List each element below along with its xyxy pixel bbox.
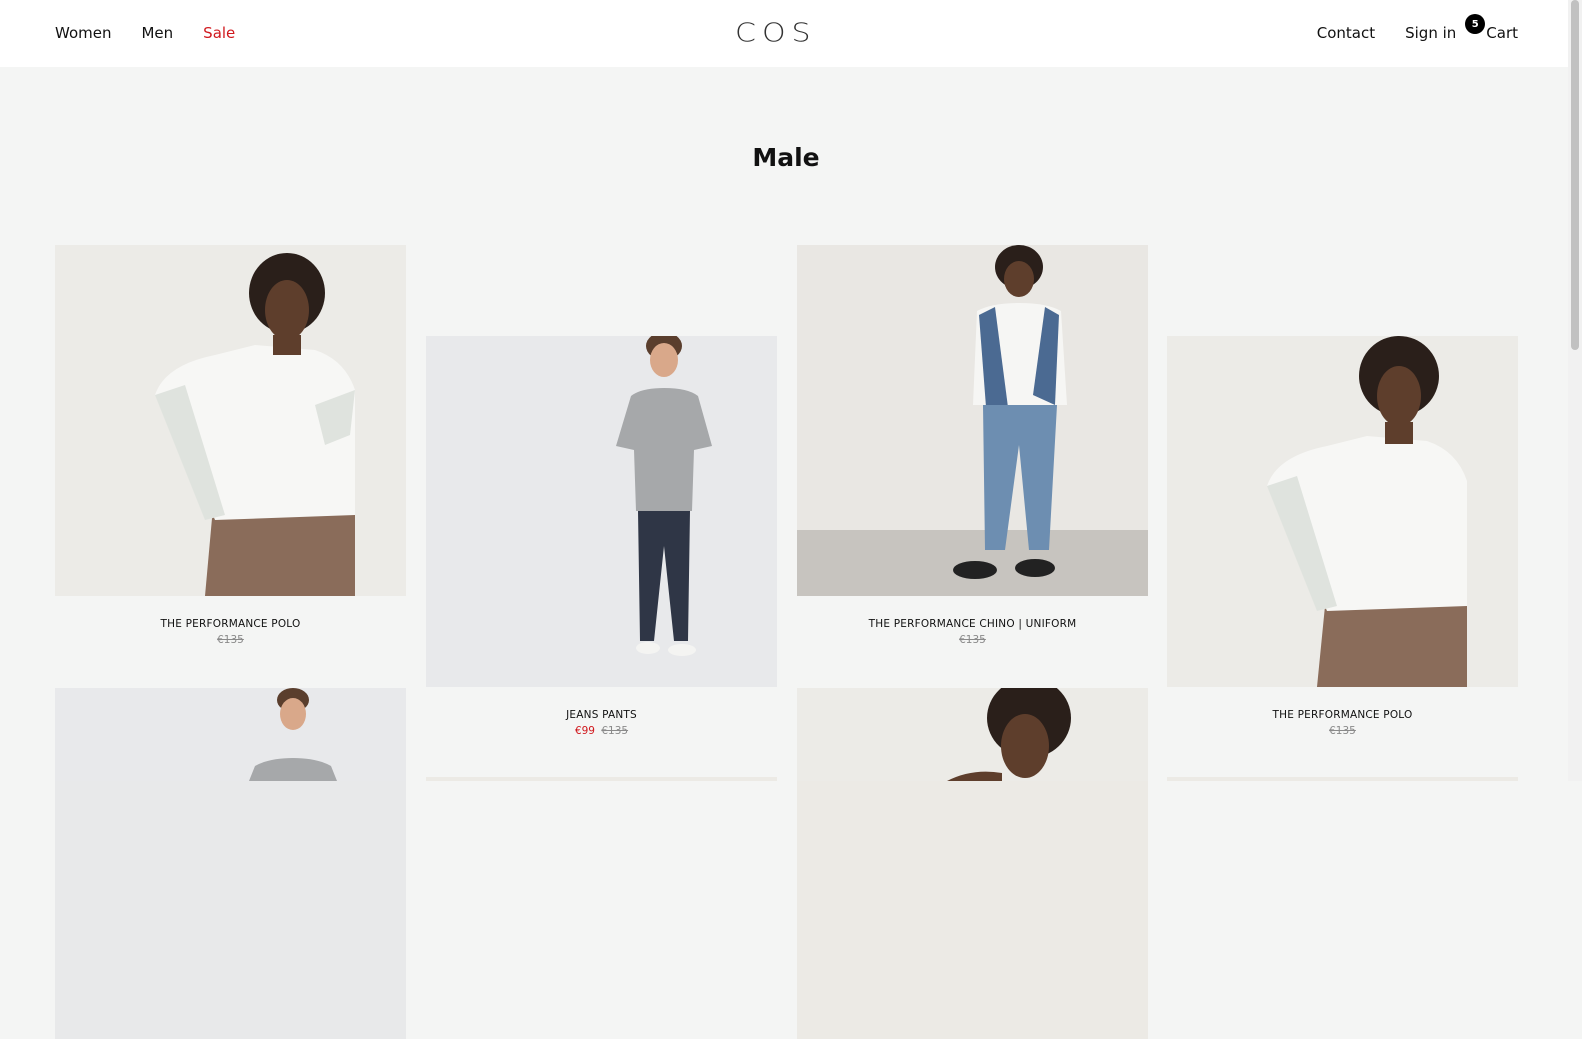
account-nav: Contact Sign in 5 Cart [1287,14,1518,42]
product-info: JEANS PANTS €99 €135 [426,687,777,737]
page-scrollbar[interactable] [1568,0,1582,781]
product-card[interactable] [426,777,777,781]
product-card[interactable]: JEANS PANTS €99 €135 [426,336,777,737]
product-card[interactable] [55,688,406,1039]
product-card[interactable] [1167,777,1518,781]
model-photo-icon [55,245,406,596]
original-price: €135 [601,725,629,737]
cart-link[interactable]: 5 Cart [1465,14,1518,42]
sale-price: €99 [574,725,595,737]
product-name[interactable]: JEANS PANTS [426,709,777,721]
model-photo-icon [797,245,1148,596]
page-title: Male [752,143,820,172]
brand-logo[interactable]: COS [735,19,817,49]
site-header: Women Men Sale COS Contact Sign in 5 Car… [0,0,1582,67]
product-info: THE PERFORMANCE CHINO | UNIFORM €135 [797,596,1148,646]
cart-count-badge: 5 [1465,14,1486,34]
product-info: THE PERFORMANCE POLO €135 [1167,687,1518,737]
model-photo-icon [55,688,406,781]
product-prices: €135 [1167,725,1518,737]
scrollbar-thumb[interactable] [1571,0,1579,350]
model-photo-icon [426,336,777,687]
original-price: €135 [959,634,986,646]
product-prices: €135 [55,634,406,646]
main-nav: Women Men Sale [55,24,265,42]
nav-sale-link[interactable]: Sale [203,24,235,42]
product-card[interactable] [797,688,1148,1039]
product-card[interactable]: THE PERFORMANCE CHINO | UNIFORM €135 [797,245,1148,646]
original-price: €135 [217,634,244,646]
product-card[interactable]: THE PERFORMANCE POLO €135 [55,245,406,646]
product-name[interactable]: THE PERFORMANCE POLO [1167,709,1518,721]
product-image[interactable] [1167,777,1518,781]
product-name[interactable]: THE PERFORMANCE CHINO | UNIFORM [797,618,1148,630]
product-image[interactable] [797,245,1148,596]
product-image[interactable] [426,336,777,687]
product-prices: €99 €135 [426,725,777,737]
original-price: €135 [1329,725,1356,737]
nav-men-link[interactable]: Men [141,24,173,42]
sign-in-link[interactable]: Sign in [1405,24,1456,42]
product-image[interactable] [426,777,777,781]
nav-women-link[interactable]: Women [55,24,111,42]
product-image[interactable] [1167,336,1518,687]
product-image[interactable] [797,688,1148,1039]
product-image[interactable] [55,245,406,596]
product-prices: €135 [797,634,1148,646]
model-photo-icon [1167,336,1518,687]
contact-link[interactable]: Contact [1317,24,1375,42]
product-info: THE PERFORMANCE POLO €135 [55,596,406,646]
model-photo-icon [797,688,1148,781]
product-image[interactable] [55,688,406,1039]
cart-label: Cart [1486,24,1518,42]
product-card[interactable]: THE PERFORMANCE POLO €135 [1167,336,1518,737]
product-name[interactable]: THE PERFORMANCE POLO [55,618,406,630]
